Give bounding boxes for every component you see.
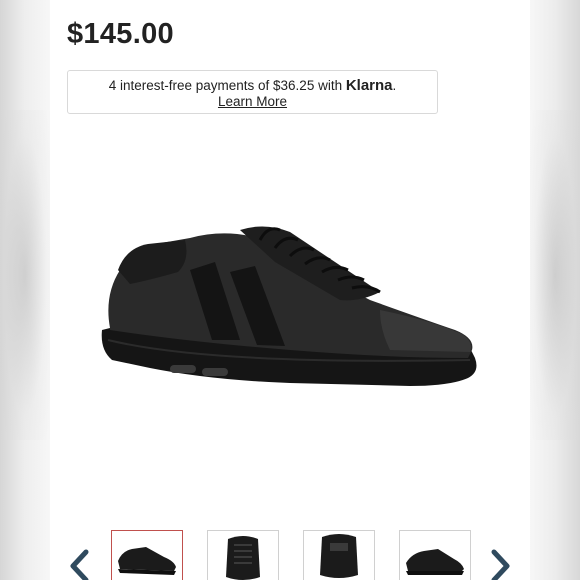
chevron-left-icon[interactable] xyxy=(64,546,94,580)
thumbnail-4[interactable] xyxy=(399,530,471,580)
sneaker-side-view-alt-icon xyxy=(406,549,464,575)
background-blur-right xyxy=(530,110,580,440)
product-panel: $145.00 4 interest-free payments of $36.… xyxy=(50,0,530,580)
sneaker-side-view-icon xyxy=(118,547,176,575)
background-blur-left xyxy=(0,110,50,440)
sneaker-back-view-icon xyxy=(320,534,358,578)
klarna-message: 4 interest-free payments of $36.25 with … xyxy=(68,78,437,94)
chevron-right-icon[interactable] xyxy=(486,546,516,580)
main-product-image[interactable] xyxy=(90,200,490,430)
thumbnail-carousel xyxy=(50,520,530,580)
klarna-payment-box: 4 interest-free payments of $36.25 with … xyxy=(67,70,438,114)
klarna-text-end: . xyxy=(392,78,397,93)
klarna-text: 4 interest-free payments of $36.25 with xyxy=(108,78,346,93)
sneaker-top-view-icon xyxy=(226,536,260,580)
product-price: $145.00 xyxy=(67,18,174,50)
sole-vent-2 xyxy=(202,368,228,376)
thumbnail-3[interactable] xyxy=(303,530,375,580)
thumbnail-2[interactable] xyxy=(207,530,279,580)
klarna-logo: Klarna xyxy=(345,77,393,94)
screenshot-frame: $145.00 4 interest-free payments of $36.… xyxy=(0,0,580,580)
learn-more-link[interactable]: Learn More xyxy=(218,94,287,109)
thumbnail-1[interactable] xyxy=(111,530,183,580)
sole-vent-1 xyxy=(170,365,196,373)
